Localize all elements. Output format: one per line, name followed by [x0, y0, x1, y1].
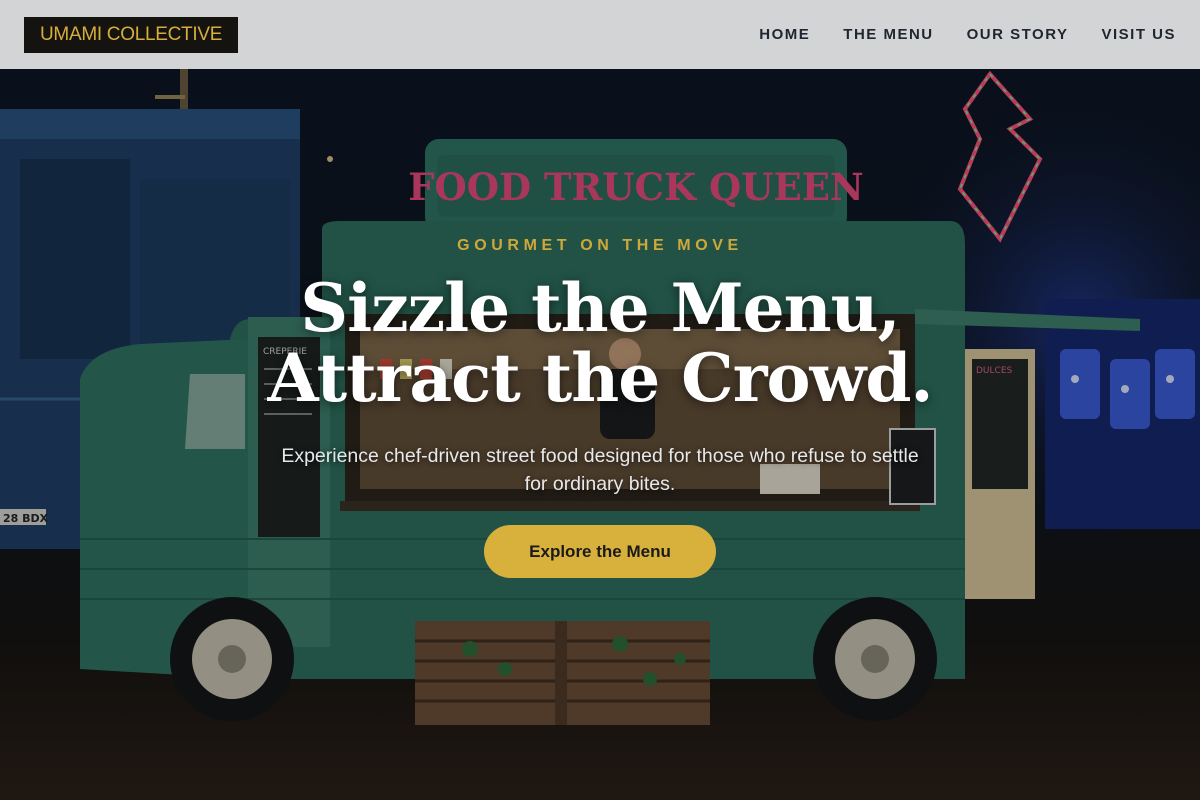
nav-link-visit-us[interactable]: VISIT US [1101, 26, 1176, 43]
hero-headline: Sizzle the Menu, Attract the Crowd. [0, 273, 1200, 413]
brand-logo[interactable]: UMAMI COLLECTIVE [24, 16, 239, 53]
explore-menu-button[interactable]: Explore the Menu [484, 525, 716, 578]
hero-eyebrow: GOURMET ON THE MOVE [457, 237, 743, 254]
hero-subtext: Experience chef-driven street food desig… [281, 445, 919, 495]
nav-links: HOME THE MENU OUR STORY VISIT US [726, 26, 1176, 43]
hero-section: 28 BDX FOOD TRUCK QUEEN CREPERIE DULCES … [0, 69, 1200, 800]
nav-link-our-story[interactable]: OUR STORY [967, 26, 1069, 43]
top-navigation: UMAMI COLLECTIVE HOME THE MENU OUR STORY… [0, 0, 1200, 69]
nav-link-menu[interactable]: THE MENU [843, 26, 933, 43]
headline-line-1: Sizzle the Menu, [300, 269, 900, 347]
headline-line-2: Attract the Crowd. [267, 339, 934, 417]
nav-link-home[interactable]: HOME [759, 26, 810, 43]
hero-dark-overlay [0, 69, 1200, 800]
